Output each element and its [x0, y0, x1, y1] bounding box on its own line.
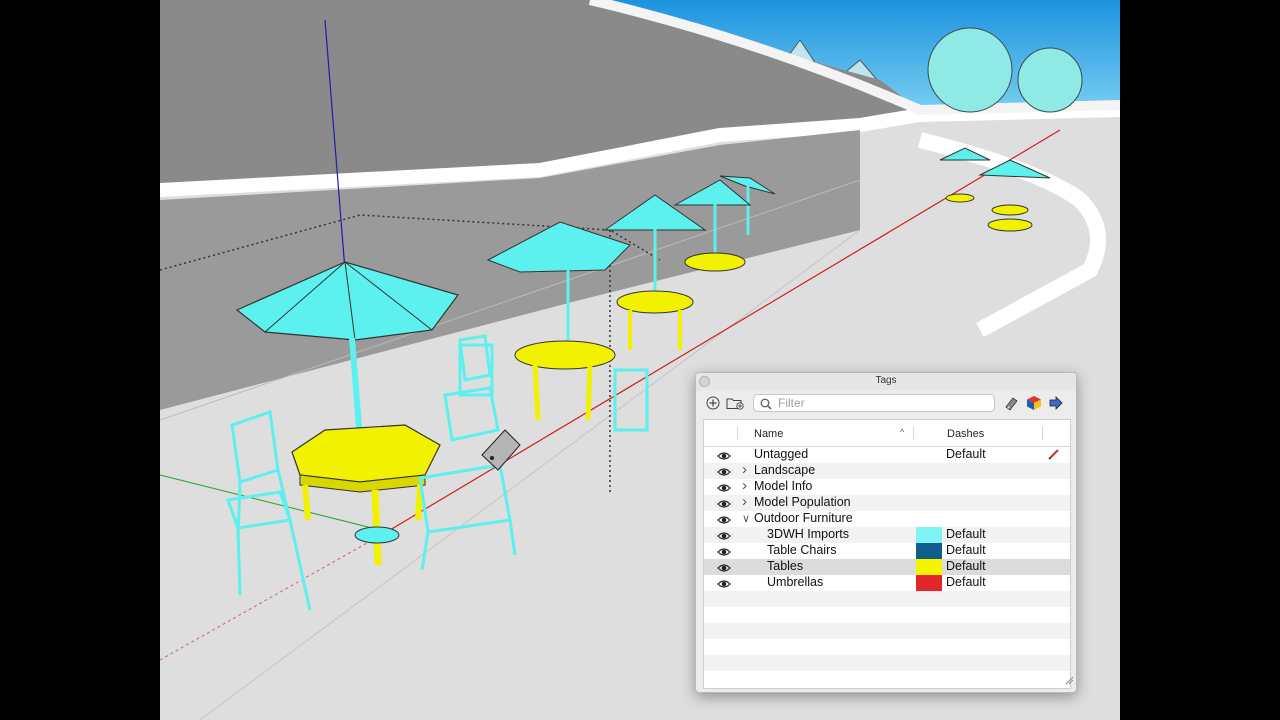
eye-icon[interactable]: [717, 450, 731, 464]
tag-name: Landscape: [754, 463, 816, 477]
panel-titlebar[interactable]: Tags: [696, 373, 1076, 390]
tag-row[interactable]: › Model Info: [704, 477, 1070, 496]
tag-name: Model Population: [754, 495, 851, 509]
tag-name: Model Info: [754, 479, 813, 493]
tags-list: Untagged Default › Landscape › Model Info › Mod…: [704, 447, 1070, 687]
tag-row[interactable]: Table Chairs Default: [704, 543, 1070, 559]
tags-panel: Tags Name ^ Dashes: [695, 372, 1077, 693]
filter-input[interactable]: [778, 396, 978, 410]
tag-color-swatch[interactable]: [916, 559, 942, 575]
tag-color-swatch[interactable]: [916, 575, 942, 591]
filter-field[interactable]: [753, 394, 995, 412]
eye-icon[interactable]: [717, 530, 731, 544]
empty-row: [704, 607, 1070, 623]
left-letterbox: [0, 0, 160, 720]
tag-color-swatch[interactable]: [916, 543, 942, 559]
empty-row: [704, 591, 1070, 607]
tag-row[interactable]: 3DWH Imports Default: [704, 527, 1070, 543]
column-separator: [913, 426, 914, 440]
column-separator: [737, 426, 738, 440]
plus-circle-icon[interactable]: [704, 394, 722, 412]
arrow-right-icon[interactable]: [1047, 394, 1065, 412]
paint-tag-icon[interactable]: [1003, 394, 1021, 412]
chevron-right-icon[interactable]: ›: [742, 477, 747, 494]
tag-name: Untagged: [754, 447, 809, 461]
table-header: Name ^ Dashes: [704, 420, 1070, 447]
tag-name: Tables: [767, 559, 804, 573]
tag-name: 3DWH Imports: [767, 527, 849, 541]
tag-row[interactable]: Untagged Default: [704, 447, 1070, 463]
tag-color-swatch[interactable]: [916, 527, 942, 543]
eye-icon[interactable]: [717, 562, 731, 576]
folder-plus-icon[interactable]: [726, 394, 744, 412]
tag-dash-style[interactable]: Default: [946, 447, 986, 461]
eye-icon[interactable]: [717, 498, 731, 512]
tag-row[interactable]: Tables Default: [704, 559, 1070, 575]
sort-ascending-icon[interactable]: ^: [900, 427, 904, 437]
tags-toolbar: [696, 390, 1076, 416]
color-cube-icon[interactable]: [1025, 394, 1043, 412]
column-header-dashes[interactable]: Dashes: [947, 428, 984, 440]
tag-dash-style[interactable]: Default: [946, 575, 986, 589]
tag-row[interactable]: Umbrellas Default: [704, 575, 1070, 591]
chevron-right-icon[interactable]: ›: [742, 461, 747, 478]
eye-icon[interactable]: [717, 578, 731, 592]
tag-dash-style[interactable]: Default: [946, 527, 986, 541]
eye-icon[interactable]: [717, 514, 731, 528]
right-letterbox: [1120, 0, 1280, 720]
chevron-right-icon[interactable]: ›: [742, 493, 747, 510]
magnifier-icon: [760, 397, 772, 415]
eye-icon[interactable]: [717, 546, 731, 560]
tag-name: Umbrellas: [767, 575, 824, 589]
tag-name: Table Chairs: [767, 543, 837, 557]
empty-row: [704, 655, 1070, 671]
tag-row[interactable]: › Model Population: [704, 493, 1070, 512]
column-header-name[interactable]: Name: [754, 428, 783, 440]
empty-row: [704, 639, 1070, 655]
empty-row: [704, 671, 1070, 687]
tag-dash-style[interactable]: Default: [946, 559, 986, 573]
chevron-down-icon[interactable]: ∨: [742, 512, 750, 525]
empty-row: [704, 623, 1070, 639]
pencil-icon: [1048, 448, 1060, 463]
tag-name: Outdoor Furniture: [754, 511, 853, 525]
tag-row[interactable]: › Landscape: [704, 461, 1070, 480]
resize-grip-icon[interactable]: [1065, 672, 1074, 690]
eye-icon[interactable]: [717, 482, 731, 496]
dome-tree: [927, 27, 1013, 113]
panel-title: Tags: [875, 375, 897, 386]
column-separator: [1042, 426, 1043, 440]
tag-row[interactable]: ∨ Outdoor Furniture: [704, 511, 1070, 527]
tag-dash-style[interactable]: Default: [946, 543, 986, 557]
eye-icon[interactable]: [717, 466, 731, 480]
tags-table: Name ^ Dashes Untagged Default › Landscape ›…: [703, 419, 1071, 689]
dome-tree: [1017, 47, 1083, 113]
